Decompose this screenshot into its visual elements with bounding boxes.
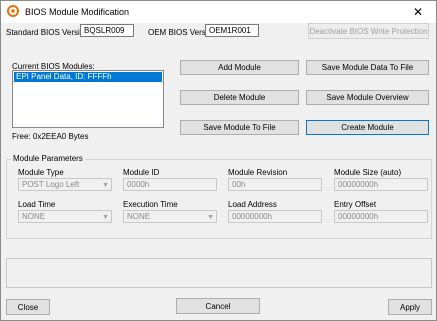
load-time-value: NONE (22, 212, 46, 221)
entry-offset-label: Entry Offset (334, 200, 377, 209)
delete-module-button[interactable]: Delete Module (180, 90, 299, 105)
oem-bios-field: OEM1R001 (205, 24, 259, 37)
modules-listbox[interactable]: EPI Panel Data, ID: FFFFh (12, 70, 164, 128)
save-overview-button[interactable]: Save Module Overview (306, 90, 429, 105)
module-type-select[interactable]: POST Logo Left ▼ (18, 178, 112, 191)
module-id-field[interactable]: 0000h (123, 178, 217, 191)
chevron-down-icon: ▼ (102, 214, 109, 221)
free-space-text: Free: 0x2EEA0 Bytes (12, 132, 89, 141)
cancel-button[interactable]: Cancel (176, 298, 260, 314)
save-module-to-file-button[interactable]: Save Module To File (180, 120, 299, 135)
bios-module-window: BIOS Module Modification ✕ Standard BIOS… (0, 0, 437, 321)
module-size-field[interactable]: 00000000h (334, 178, 428, 191)
list-item[interactable]: EPI Panel Data, ID: FFFFh (14, 72, 162, 82)
create-module-button[interactable]: Create Module (306, 120, 429, 135)
module-id-label: Module ID (123, 168, 160, 177)
chevron-down-icon: ▼ (102, 182, 109, 189)
module-size-label: Module Size (auto) (334, 168, 402, 177)
module-revision-label: Module Revision (228, 168, 288, 177)
execution-time-select[interactable]: NONE ▼ (123, 210, 217, 223)
standard-bios-field: BQSLR009 (80, 24, 134, 37)
status-area (6, 258, 432, 288)
chevron-down-icon: ▼ (207, 214, 214, 221)
module-revision-field[interactable]: 00h (228, 178, 322, 191)
add-module-button[interactable]: Add Module (180, 60, 299, 75)
execution-time-value: NONE (127, 212, 151, 221)
title-bar[interactable]: BIOS Module Modification ✕ (1, 1, 436, 23)
close-button[interactable]: Close (6, 299, 50, 315)
load-address-field[interactable]: 00000000h (228, 210, 322, 223)
load-time-select[interactable]: NONE ▼ (18, 210, 112, 223)
load-address-label: Load Address (228, 200, 277, 209)
app-gear-icon (7, 5, 19, 17)
window-close-icon[interactable]: ✕ (400, 1, 436, 23)
save-module-data-button[interactable]: Save Module Data To File (306, 60, 429, 75)
load-time-label: Load Time (18, 200, 56, 209)
standard-bios-label: Standard BIOS Version: (6, 28, 91, 37)
window-title: BIOS Module Modification (25, 7, 130, 17)
module-parameters-legend: Module Parameters (11, 154, 85, 163)
entry-offset-field[interactable]: 00000000h (334, 210, 428, 223)
module-type-value: POST Logo Left (22, 180, 80, 189)
module-type-label: Module Type (18, 168, 64, 177)
deactivate-write-protection-button[interactable]: Deactivate BIOS Write Protection (308, 23, 429, 39)
execution-time-label: Execution Time (123, 200, 178, 209)
apply-button[interactable]: Apply (388, 299, 432, 315)
